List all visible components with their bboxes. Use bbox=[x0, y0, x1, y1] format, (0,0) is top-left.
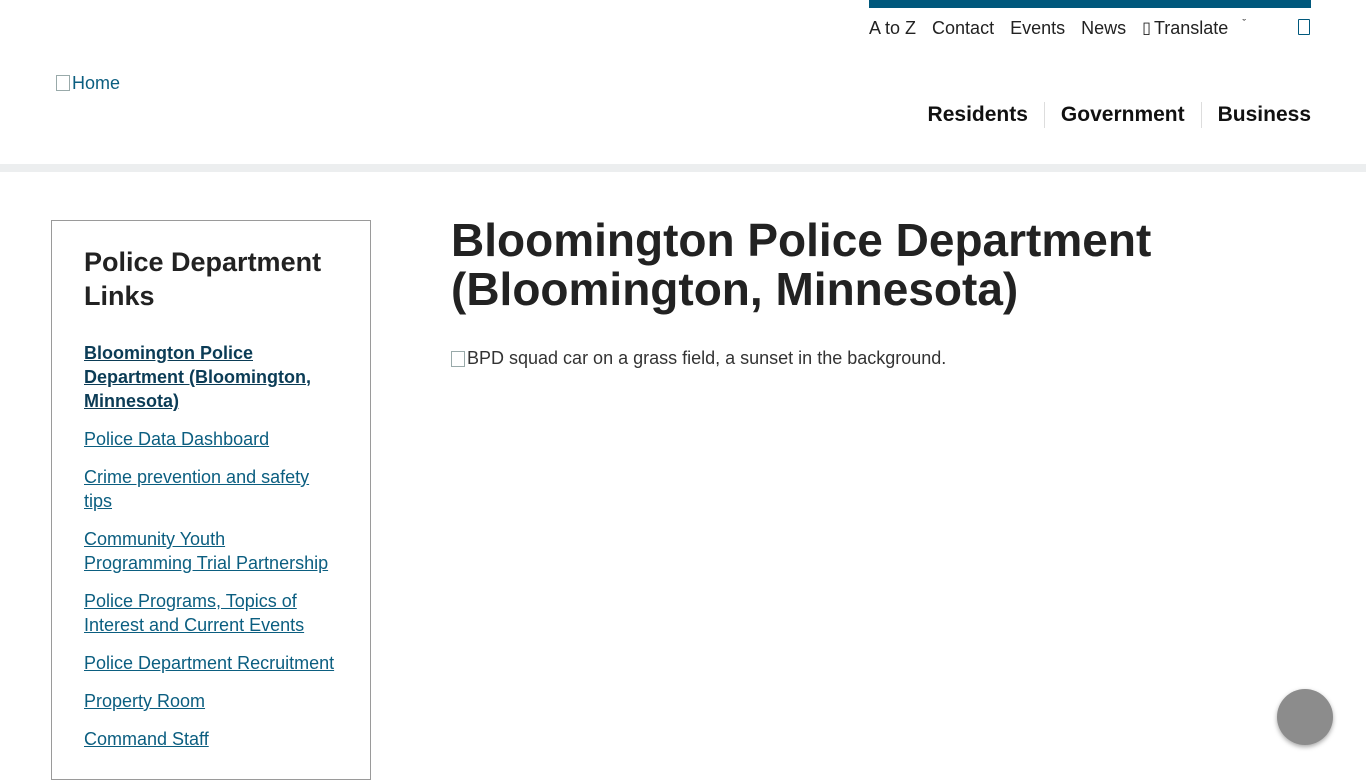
sidebar-item-police-data-dashboard: Police Data Dashboard bbox=[84, 427, 338, 451]
sidebar-link[interactable]: Community Youth Programming Trial Partne… bbox=[84, 529, 328, 573]
sidebar-item-bloomington-police-department: Bloomington Police Department (Bloomingt… bbox=[84, 341, 338, 413]
sidebar-link[interactable]: Police Data Dashboard bbox=[84, 429, 269, 449]
translate-dropdown[interactable]: ▯ Translate ˇ bbox=[1142, 18, 1246, 39]
hero-image: BPD squad car on a grass field, a sunset… bbox=[451, 348, 946, 369]
sidebar-link[interactable]: Property Room bbox=[84, 691, 205, 711]
home-logo-link[interactable]: Home bbox=[56, 73, 120, 94]
floating-action-button[interactable] bbox=[1277, 689, 1333, 745]
main-nav-business[interactable]: Business bbox=[1202, 103, 1311, 127]
sidebar-link[interactable]: Bloomington Police Department (Bloomingt… bbox=[84, 343, 311, 411]
hero-image-alt-text: BPD squad car on a grass field, a sunset… bbox=[467, 348, 947, 368]
sidebar-title: Police Department Links bbox=[84, 247, 322, 311]
sidebar-item-police-programs: Police Programs, Topics of Interest and … bbox=[84, 589, 338, 637]
sidebar-links: Bloomington Police Department (Bloomingt… bbox=[84, 341, 338, 751]
search-icon[interactable] bbox=[1298, 19, 1310, 35]
sidebar-item-crime-prevention: Crime prevention and safety tips bbox=[84, 465, 338, 513]
page-title: Bloomington Police Department (Bloomingt… bbox=[451, 214, 1152, 315]
broken-image-icon bbox=[56, 74, 70, 91]
utility-link-events[interactable]: Events bbox=[1010, 18, 1065, 39]
main-nav-residents[interactable]: Residents bbox=[912, 103, 1044, 127]
logo-alt-text: Home bbox=[72, 73, 121, 93]
main-nav: Residents Government Business bbox=[912, 102, 1311, 128]
header-divider bbox=[0, 164, 1366, 172]
utility-link-contact[interactable]: Contact bbox=[932, 18, 994, 39]
translate-label: Translate bbox=[1153, 17, 1229, 38]
utility-link-news[interactable]: News bbox=[1081, 18, 1126, 39]
utility-link-a-to-z[interactable]: A to Z bbox=[869, 18, 916, 39]
sidebar-item-recruitment: Police Department Recruitment bbox=[84, 651, 338, 675]
chevron-down-icon: ˇ bbox=[1242, 18, 1246, 30]
main-nav-government[interactable]: Government bbox=[1045, 103, 1201, 127]
sidebar-item-command-staff: Command Staff bbox=[84, 727, 338, 751]
sidebar-link[interactable]: Crime prevention and safety tips bbox=[84, 467, 309, 511]
sidebar-link[interactable]: Command Staff bbox=[84, 729, 209, 749]
sidebar-item-community-youth: Community Youth Programming Trial Partne… bbox=[84, 527, 338, 575]
utility-nav: A to Z Contact Events News ▯ Translate ˇ bbox=[869, 16, 1262, 40]
translate-icon: ▯ bbox=[1142, 20, 1151, 37]
top-accent-bar bbox=[869, 0, 1311, 8]
broken-image-icon bbox=[451, 350, 465, 367]
sidebar-item-property-room: Property Room bbox=[84, 689, 338, 713]
sidebar-link[interactable]: Police Department Recruitment bbox=[84, 653, 334, 673]
sidebar-nav: Police Department Links Bloomington Poli… bbox=[51, 220, 371, 780]
sidebar-link[interactable]: Police Programs, Topics of Interest and … bbox=[84, 591, 304, 635]
